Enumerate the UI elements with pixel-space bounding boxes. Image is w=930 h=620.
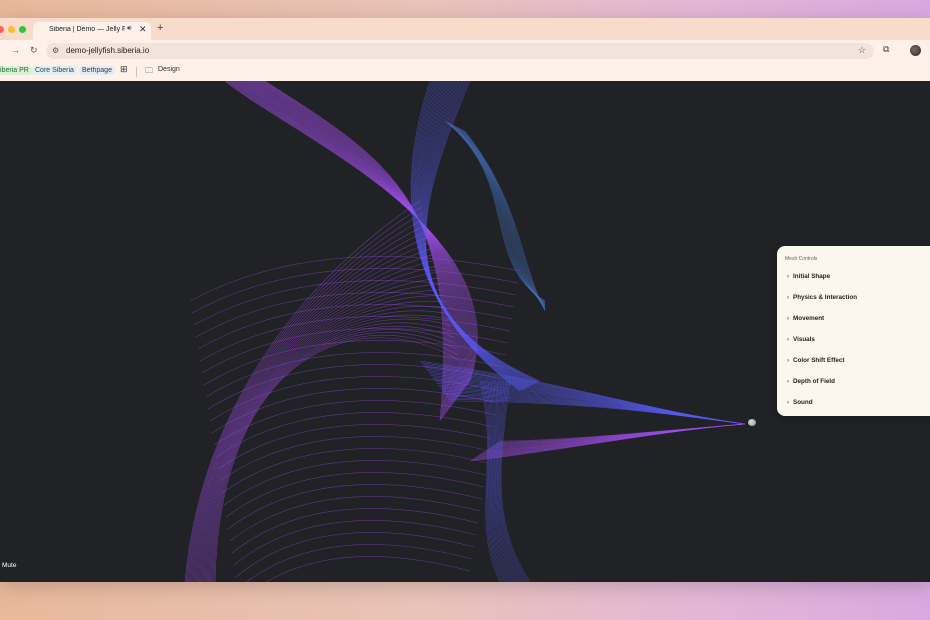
- mute-button[interactable]: Mute: [2, 562, 16, 569]
- mesh-line: [190, 230, 428, 582]
- section-depth-of-field[interactable]: › Depth of Field: [787, 378, 835, 385]
- mesh-line: [424, 81, 539, 383]
- mesh-line: [210, 325, 455, 582]
- jellyfish-canvas[interactable]: Mesh Controls › Initial Shape › Physics & …: [0, 81, 930, 582]
- mesh-controls-panel: Mesh Controls › Initial Shape › Physics & …: [777, 246, 930, 416]
- mesh-line: [229, 81, 474, 386]
- minimize-window-button[interactable]: [8, 26, 15, 33]
- tab-close-icon[interactable]: ✕: [139, 24, 147, 35]
- zoom-window-button[interactable]: [19, 26, 26, 33]
- bookmark-separator: [136, 67, 137, 77]
- section-color-shift-effect[interactable]: › Color Shift Effect: [787, 357, 844, 364]
- section-initial-shape[interactable]: › Initial Shape: [787, 273, 830, 280]
- mesh-line: [225, 472, 485, 518]
- tab-strip: Siberia | Demo — Jelly Fish 🔊︎ ✕ +: [0, 18, 930, 40]
- browser-tab[interactable]: Siberia | Demo — Jelly Fish 🔊︎ ✕: [33, 22, 151, 40]
- mesh-line: [202, 295, 444, 582]
- mesh-line: [213, 335, 459, 582]
- close-window-button[interactable]: [0, 26, 4, 33]
- section-visuals[interactable]: › Visuals: [787, 336, 815, 343]
- section-movement[interactable]: › Movement: [787, 315, 824, 322]
- mesh-line: [235, 532, 475, 578]
- mesh-line: [497, 380, 524, 582]
- pointer-cursor: [748, 419, 756, 426]
- mesh-line: [231, 508, 479, 554]
- mesh-line: [212, 332, 458, 582]
- section-physics-interaction[interactable]: › Physics & Interaction: [787, 294, 857, 301]
- panel-title: Mesh Controls: [785, 256, 818, 262]
- mesh-line: [495, 380, 520, 582]
- bookmark-folder-design[interactable]: Design: [158, 66, 180, 73]
- mesh-line: [263, 81, 445, 420]
- mesh-line: [217, 424, 493, 470]
- forward-button[interactable]: →: [11, 45, 20, 55]
- apps-grid-icon[interactable]: ⊞: [120, 64, 128, 75]
- mesh-line: [227, 484, 483, 530]
- browser-window: Siberia | Demo — Jelly Fish 🔊︎ ✕ + → ↻ ⚙…: [0, 18, 930, 582]
- section-sound[interactable]: › Sound: [787, 399, 813, 406]
- mesh-line: [233, 520, 477, 566]
- mesh-line: [224, 81, 478, 382]
- mesh-line: [221, 448, 489, 494]
- profile-avatar[interactable]: [910, 45, 921, 56]
- mesh-line: [189, 256, 521, 302]
- reload-button[interactable]: ↻: [30, 45, 38, 56]
- extensions-icon[interactable]: ⧉: [883, 44, 889, 55]
- mesh-line: [192, 242, 431, 582]
- speaker-icon[interactable]: 🔊︎: [127, 25, 131, 33]
- mesh-line: [184, 200, 421, 582]
- bookmarks-bar: iberia PR Core Siberia Bethpage ⊞ 🗀︎ Des…: [0, 62, 930, 82]
- mesh-line: [191, 236, 430, 582]
- mesh-line: [231, 81, 472, 388]
- bookmark-core-siberia[interactable]: Core Siberia: [32, 66, 77, 75]
- bookmark-siberia-pr[interactable]: iberia PR: [0, 66, 32, 75]
- tab-title: Siberia | Demo — Jelly Fish: [49, 26, 125, 33]
- mesh-line: [185, 206, 422, 582]
- url-text[interactable]: demo-jellyfish.siberia.io: [66, 46, 149, 55]
- mesh-line: [199, 277, 440, 582]
- mesh-line: [447, 121, 546, 303]
- site-settings-icon[interactable]: ⚙: [52, 46, 59, 55]
- bookmark-bethpage[interactable]: Bethpage: [79, 66, 115, 75]
- mesh-line: [227, 81, 476, 384]
- mesh-line: [206, 314, 450, 582]
- browser-toolbar: → ↻ ⚙ demo-jellyfish.siberia.io ☆ ⧉: [0, 40, 930, 62]
- mesh-line: [223, 460, 487, 506]
- new-tab-button[interactable]: +: [157, 22, 163, 34]
- mesh-line: [266, 556, 471, 582]
- folder-icon[interactable]: 🗀︎: [145, 65, 153, 79]
- mesh-line: [215, 412, 495, 458]
- mesh-line: [424, 81, 539, 382]
- mesh-line: [229, 496, 481, 542]
- address-bar[interactable]: ⚙ demo-jellyfish.siberia.io ☆: [46, 43, 874, 59]
- mesh-line: [205, 310, 449, 582]
- bookmark-star-icon[interactable]: ☆: [858, 45, 866, 56]
- mesh-line: [196, 265, 437, 582]
- mesh-line: [211, 329, 456, 582]
- mesh-line: [219, 436, 491, 482]
- mesh-line: [193, 248, 432, 582]
